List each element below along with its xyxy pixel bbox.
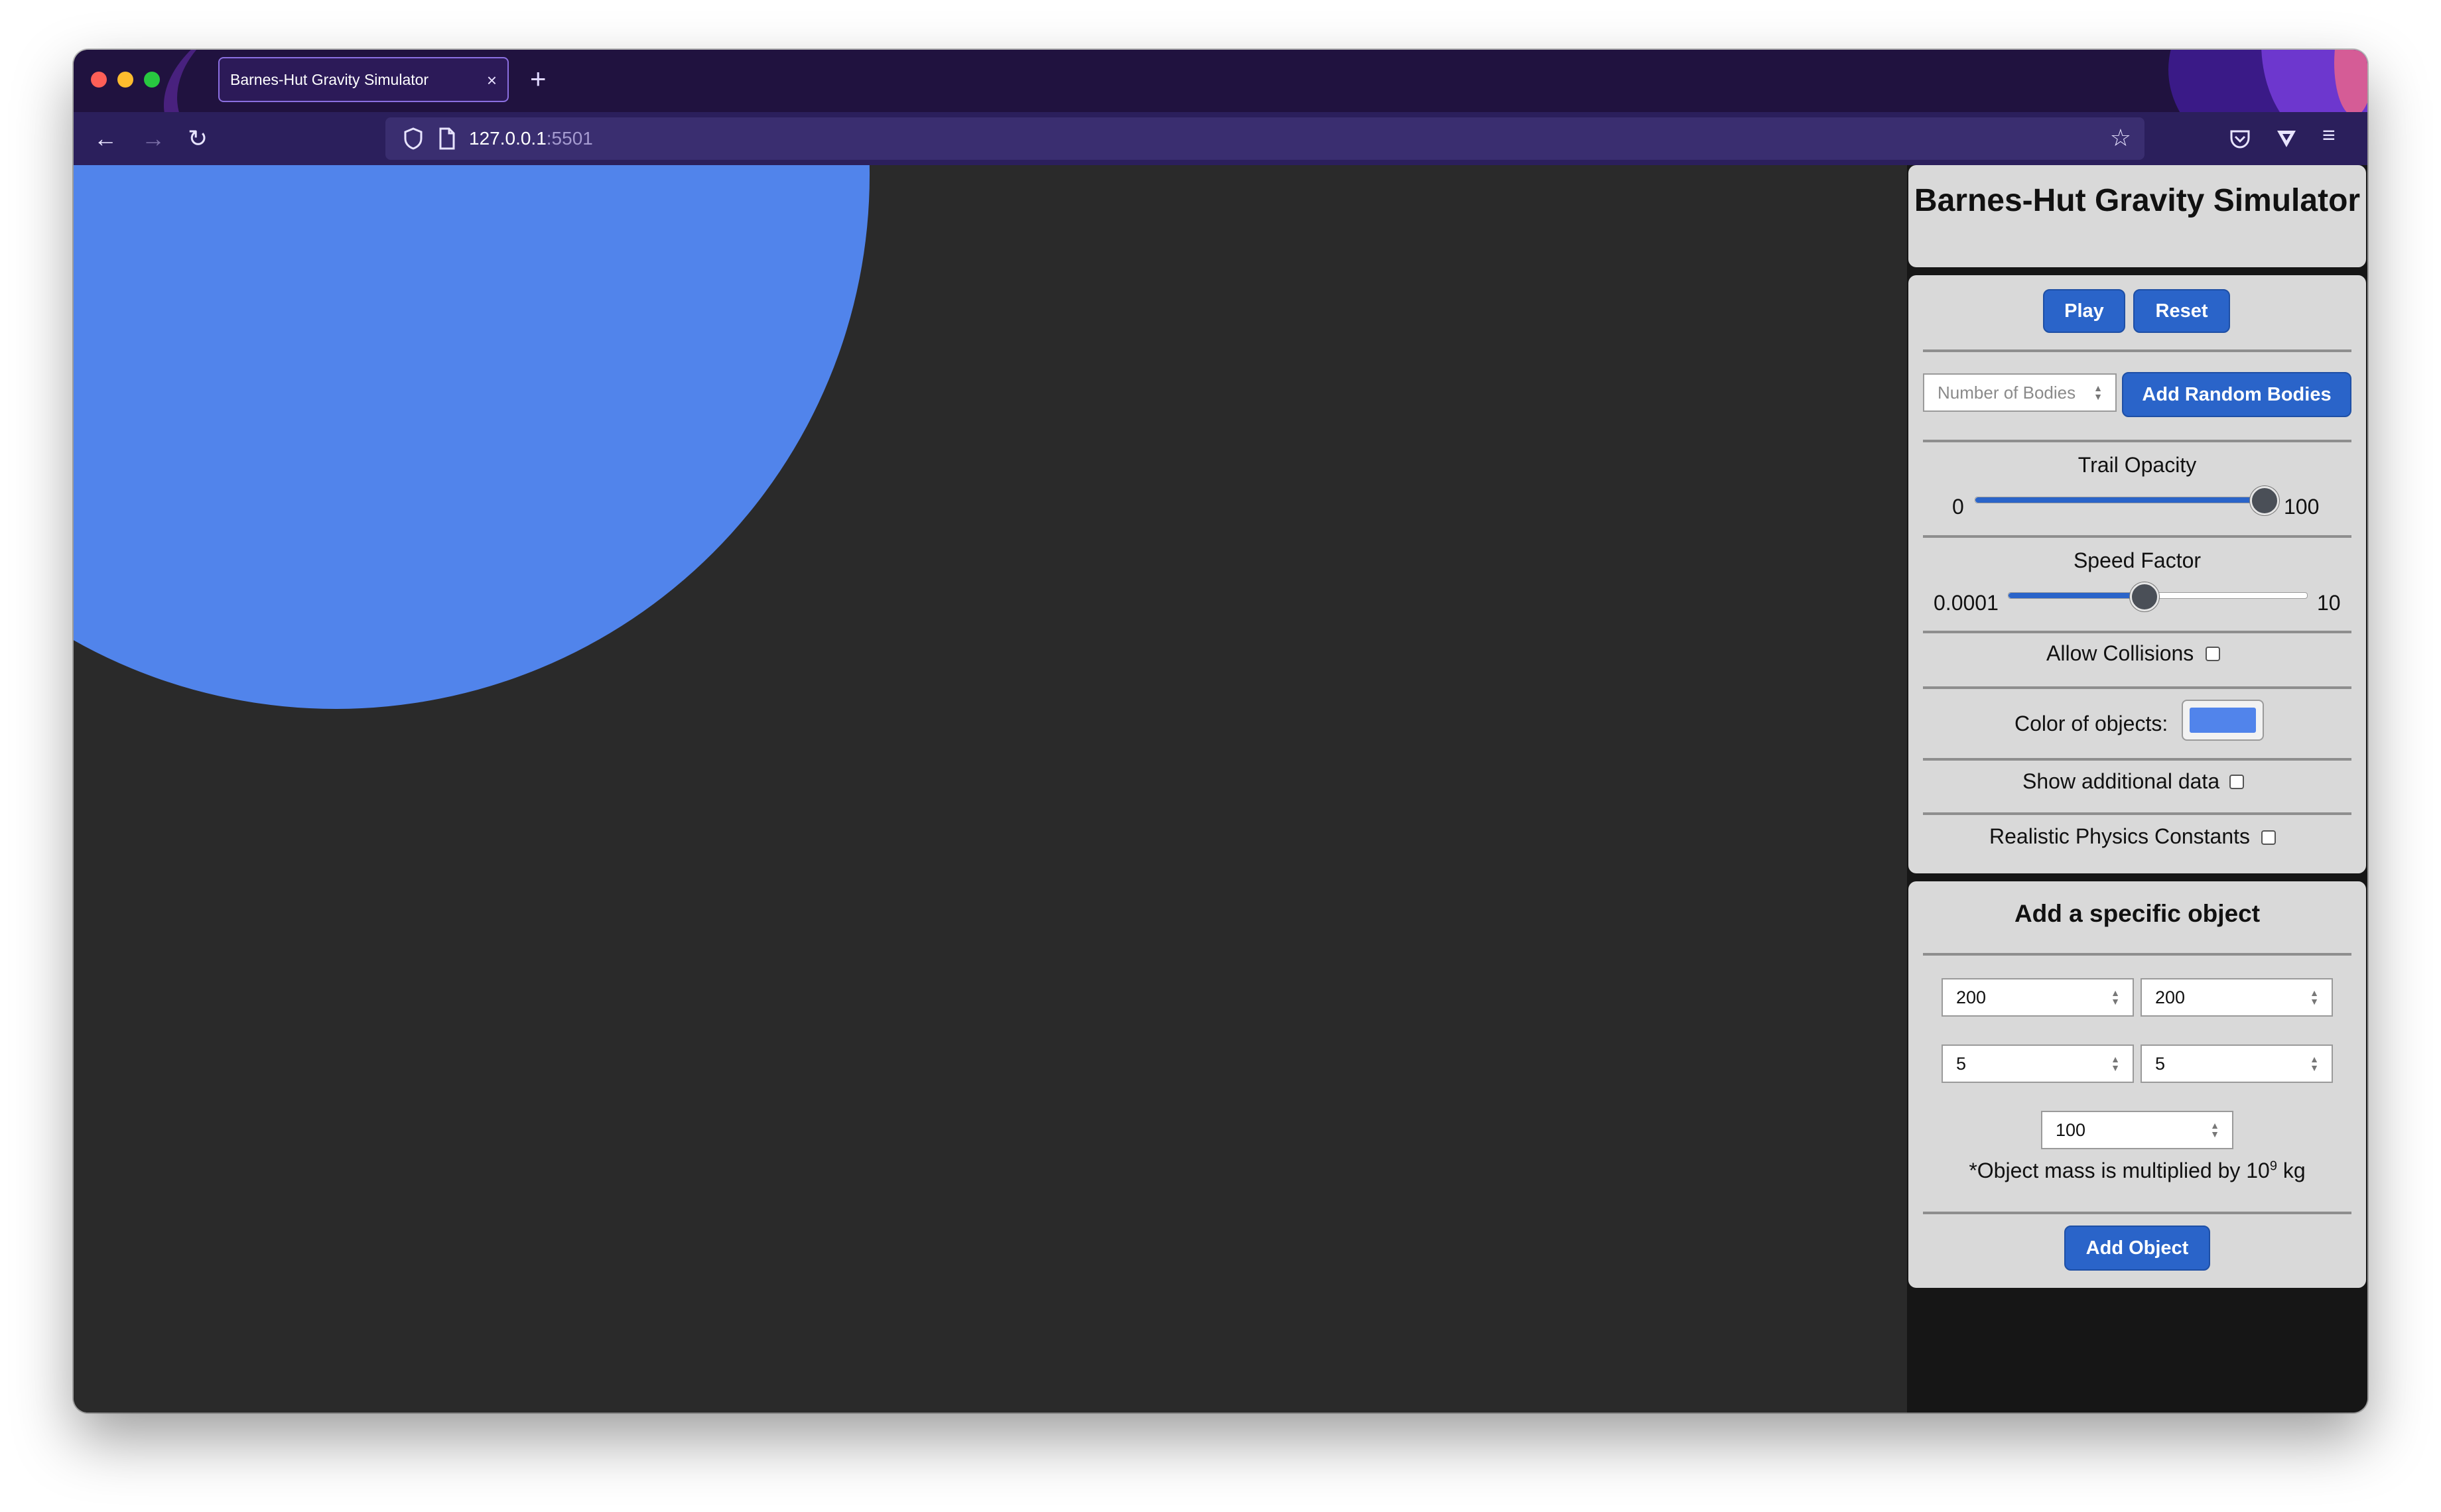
show-additional-data-checkbox[interactable] (2229, 775, 2244, 789)
color-of-objects-label: Color of objects: (2014, 712, 2168, 735)
trail-opacity-thumb[interactable] (2250, 486, 2279, 515)
speed-factor-thumb[interactable] (2129, 582, 2159, 611)
forward-arrow-icon[interactable]: → (141, 124, 165, 153)
velocity-y-value: 5 (2155, 1053, 2166, 1074)
pocket-icon[interactable] (2228, 127, 2252, 151)
allow-collisions-label: Allow Collisions (2046, 641, 2194, 665)
tab-title: Barnes-Hut Gravity Simulator (230, 70, 429, 88)
url-host: 127.0.0.1 (469, 128, 547, 149)
page-title: Barnes-Hut Gravity Simulator (1914, 183, 2361, 218)
minimize-window-button[interactable] (117, 72, 133, 88)
menu-icon[interactable]: ≡ (2322, 123, 2336, 149)
divider (1923, 631, 2351, 633)
spinner-icon[interactable]: ▲ ▼ (2109, 1054, 2122, 1074)
speed-factor-max: 10 (2317, 591, 2341, 615)
divider (1923, 535, 2351, 538)
controls-panel: Play Reset Number of Bodies ▲ ▼ Add Rando… (1908, 275, 2366, 873)
mass-value: 100 (2056, 1119, 2086, 1140)
gravity-body (74, 165, 870, 709)
divider (1923, 349, 2351, 352)
divider (1923, 1212, 2351, 1214)
spinner-icon[interactable]: ▲ ▼ (2091, 383, 2105, 403)
color-picker[interactable] (2182, 700, 2264, 741)
bookmark-star-icon[interactable]: ☆ (2110, 124, 2131, 152)
trail-opacity-slider[interactable] (1975, 497, 2264, 503)
add-object-title: Add a specific object (2014, 900, 2261, 927)
mass-note-unit: kg (2276, 1159, 2306, 1182)
browser-window: Barnes-Hut Gravity Simulator × + ← → ↻ 1… (74, 50, 2367, 1413)
divider (1923, 953, 2351, 956)
nav-bar: ← → ↻ 127.0.0.1:5501 ☆ ≡ (74, 112, 2367, 165)
tab-close-icon[interactable]: × (487, 70, 497, 91)
number-of-bodies-input[interactable]: Number of Bodies ▲ ▼ (1923, 373, 2117, 412)
divider (1923, 686, 2351, 689)
trail-opacity-max: 100 (2284, 495, 2320, 519)
position-y-input[interactable]: 200 ▲ ▼ (2141, 978, 2333, 1017)
spinner-icon[interactable]: ▲ ▼ (2308, 988, 2321, 1007)
color-picker-swatch (2190, 708, 2256, 733)
page-content: Barnes-Hut Gravity Simulator Play Reset … (74, 165, 2367, 1413)
position-x-value: 200 (1956, 987, 1987, 1007)
reload-icon[interactable]: ↻ (188, 124, 208, 153)
speed-factor-label: Speed Factor (2073, 548, 2202, 572)
close-window-button[interactable] (91, 72, 107, 88)
spinner-icon[interactable]: ▲ ▼ (2208, 1121, 2221, 1140)
trail-opacity-label: Trail Opacity (2078, 453, 2197, 477)
spinner-icon[interactable]: ▲ ▼ (2308, 1054, 2321, 1074)
spinner-icon[interactable]: ▲ ▼ (2109, 988, 2122, 1007)
trail-opacity-min: 0 (1952, 495, 1964, 519)
mass-note: *Object mass is multiplied by 109 kg (1908, 1159, 2366, 1183)
page-icon (439, 127, 455, 150)
show-additional-data-label: Show additional data (2022, 769, 2220, 793)
address-bar[interactable]: 127.0.0.1:5501 ☆ (385, 117, 2144, 160)
new-tab-icon[interactable]: + (530, 60, 547, 97)
play-button[interactable]: Play (2043, 289, 2125, 333)
mass-input[interactable]: 100 ▲ ▼ (2041, 1111, 2233, 1149)
realistic-physics-label: Realistic Physics Constants (1989, 824, 2251, 848)
add-object-button[interactable]: Add Object (2064, 1226, 2210, 1271)
allow-collisions-checkbox[interactable] (2206, 647, 2220, 661)
realistic-physics-checkbox[interactable] (2261, 830, 2276, 845)
divider (1923, 758, 2351, 761)
maximize-window-button[interactable] (144, 72, 160, 88)
trail-opacity-fill (1975, 497, 2263, 503)
tab-bar: Barnes-Hut Gravity Simulator × + (74, 50, 2367, 112)
add-random-bodies-button[interactable]: Add Random Bodies (2122, 372, 2351, 417)
speed-factor-min: 0.0001 (1934, 591, 1999, 615)
title-panel: Barnes-Hut Gravity Simulator (1908, 165, 2366, 267)
tab-active[interactable]: Barnes-Hut Gravity Simulator × (218, 57, 509, 102)
speed-factor-fill (2009, 593, 2143, 598)
mass-note-exponent: 9 (2269, 1159, 2277, 1174)
position-x-input[interactable]: 200 ▲ ▼ (1942, 978, 2134, 1017)
velocity-x-input[interactable]: 5 ▲ ▼ (1942, 1044, 2134, 1083)
url-text[interactable]: 127.0.0.1:5501 (469, 128, 593, 149)
add-object-panel: Add a specific object 200 ▲ ▼ 200 ▲ ▼ 5 ▲ ▼… (1908, 881, 2366, 1288)
position-y-value: 200 (2155, 987, 2186, 1007)
mass-note-text: *Object mass is multiplied by 10 (1969, 1159, 2270, 1182)
url-port: :5501 (546, 128, 593, 149)
reset-button[interactable]: Reset (2133, 289, 2230, 333)
divider (1923, 440, 2351, 442)
shield-icon[interactable] (400, 125, 427, 152)
velocity-y-input[interactable]: 5 ▲ ▼ (2141, 1044, 2333, 1083)
back-arrow-icon[interactable]: ← (94, 124, 117, 153)
simulation-canvas[interactable] (74, 165, 1907, 1413)
velocity-x-value: 5 (1956, 1053, 1967, 1074)
extension-icon[interactable] (2275, 127, 2298, 151)
number-of-bodies-placeholder: Number of Bodies (1938, 382, 2076, 403)
divider (1923, 812, 2351, 815)
